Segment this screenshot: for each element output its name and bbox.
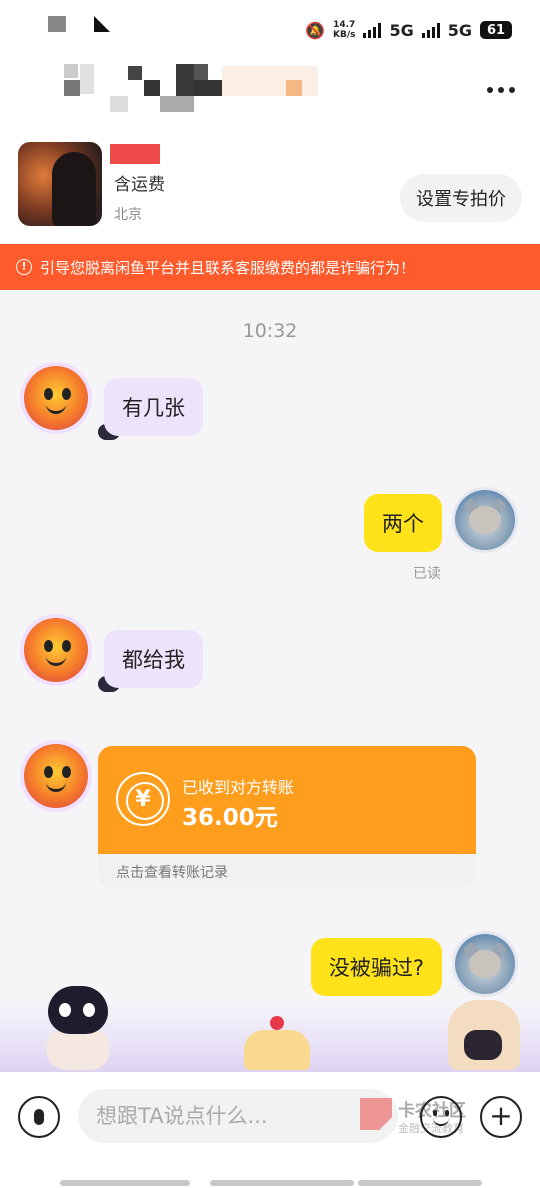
- my-avatar[interactable]: [455, 934, 515, 994]
- contact-avatar[interactable]: [24, 366, 88, 430]
- blurred-username: [64, 80, 80, 96]
- signal-icon: [421, 22, 440, 38]
- blurred-username: [110, 96, 128, 112]
- transfer-title: 已收到对方转账: [182, 778, 295, 797]
- product-thumbnail[interactable]: [18, 142, 102, 226]
- message-bubble-sent[interactable]: 没被骗过?: [310, 938, 442, 996]
- transfer-amount: 36.00元: [182, 805, 278, 831]
- message-input[interactable]: [78, 1089, 398, 1143]
- message-timestamp: 10:32: [242, 320, 298, 342]
- nav-indicator: [358, 1180, 482, 1186]
- more-actions-plus-button[interactable]: +: [480, 1096, 522, 1138]
- blurred-username: [176, 64, 194, 96]
- my-avatar[interactable]: [455, 490, 515, 550]
- product-title: 含运费: [114, 175, 165, 195]
- blurred-price: [110, 144, 160, 164]
- message-input-bar: 卡农社区 金融交流教育 +: [0, 1072, 540, 1188]
- contact-avatar[interactable]: [24, 744, 88, 808]
- blurred-username: [80, 64, 94, 94]
- transfer-card[interactable]: ¥ 已收到对方转账 36.00元 点击查看转账记录: [98, 746, 476, 888]
- mute-bell-icon: 🔕: [305, 20, 325, 40]
- cat-sticker-decoration: [40, 980, 116, 1070]
- cake-decoration: [244, 1016, 310, 1070]
- sim1-network: 5G: [389, 20, 414, 40]
- status-indicators: 🔕 14.7 KB/s 5G 5G 61: [305, 16, 512, 44]
- voice-input-button[interactable]: [18, 1096, 60, 1138]
- sim2-network: 5G: [447, 20, 472, 40]
- set-special-price-button[interactable]: 设置专拍价: [400, 174, 522, 222]
- blurred-username: [160, 96, 194, 112]
- signal-icon: [363, 22, 382, 38]
- chat-header: 含运费 北京 设置专拍价: [0, 60, 540, 244]
- blurred-username: [194, 80, 222, 96]
- fraud-warning-banner: ! 引导您脱离闲鱼平台并且联系客服缴费的都是诈骗行为！: [0, 244, 540, 290]
- net-speed-unit: KB/s: [332, 30, 356, 40]
- message-bubble-received[interactable]: 有几张: [104, 378, 203, 436]
- transfer-card-header: ¥ 已收到对方转账 36.00元: [98, 746, 476, 854]
- nav-indicator: [210, 1180, 354, 1186]
- yen-transfer-icon: ¥: [116, 772, 170, 826]
- microphone-icon: [34, 1109, 44, 1125]
- status-blurred-icon: [94, 16, 110, 32]
- emoji-button[interactable]: [420, 1096, 462, 1138]
- net-speed: 14.7 KB/s: [333, 20, 355, 40]
- net-speed-value: 14.7: [333, 20, 356, 30]
- message-bubble-sent[interactable]: 两个: [364, 494, 442, 552]
- blurred-username: [128, 66, 142, 80]
- product-location: 北京: [114, 207, 142, 223]
- blurred-username: [286, 80, 302, 96]
- battery-icon: 61: [480, 21, 512, 39]
- read-status: 已读: [413, 566, 441, 582]
- nav-indicator: [60, 1180, 190, 1186]
- view-transfer-records-link[interactable]: 点击查看转账记录: [116, 862, 228, 882]
- status-bar: 🔕 14.7 KB/s 5G 5G 61: [0, 0, 540, 60]
- blurred-username: [64, 64, 78, 78]
- status-blurred-icon: [48, 16, 66, 32]
- warning-text: 引导您脱离闲鱼平台并且联系客服缴费的都是诈骗行为！: [40, 258, 416, 277]
- blurred-username: [144, 80, 160, 96]
- blurred-username: [222, 66, 318, 96]
- alert-icon: !: [16, 259, 32, 275]
- blurred-username: [194, 64, 208, 80]
- bear-sticker-decoration: [448, 1000, 520, 1070]
- contact-avatar[interactable]: [24, 618, 88, 682]
- message-bubble-received[interactable]: 都给我: [104, 630, 203, 688]
- more-options-icon[interactable]: [484, 80, 518, 100]
